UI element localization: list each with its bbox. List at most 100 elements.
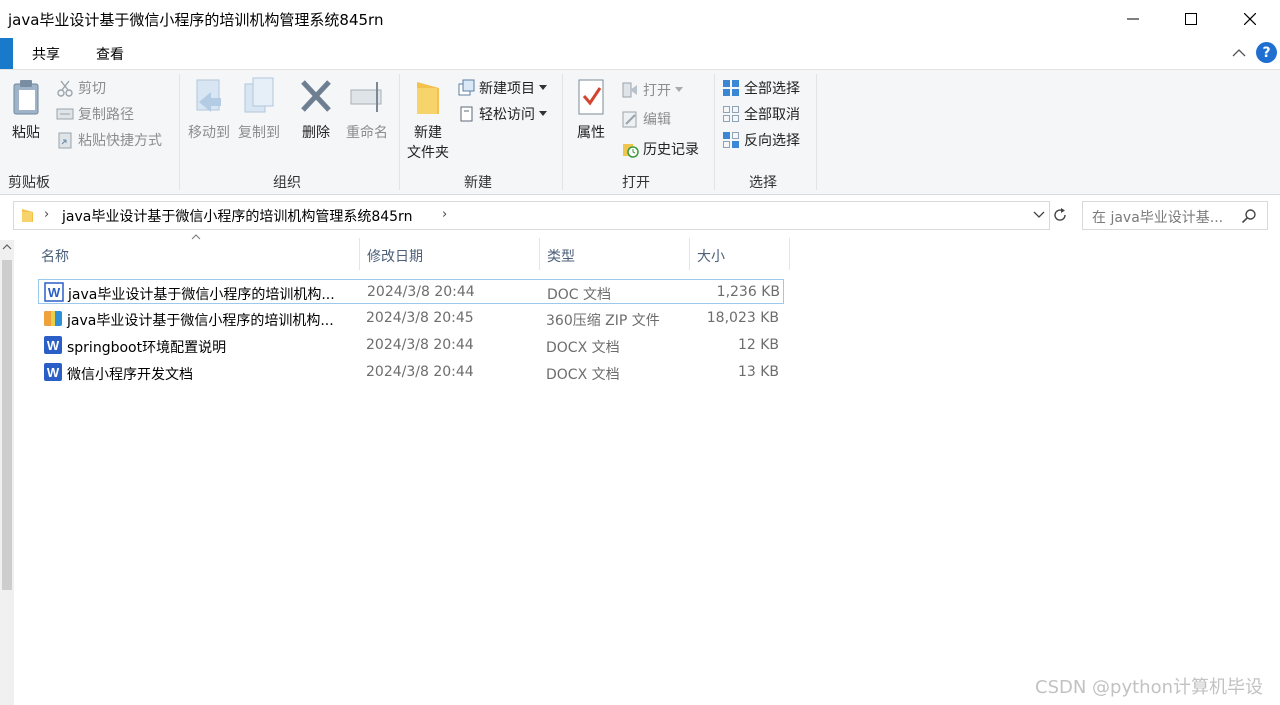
collapse-ribbon-button[interactable] bbox=[1232, 46, 1246, 62]
paste-shortcut-icon bbox=[58, 132, 72, 149]
watermark-text: CSDN @python计算机毕设 bbox=[1035, 677, 1264, 698]
dropdown-arrow-icon bbox=[675, 87, 683, 92]
file-row[interactable]: W java毕业设计基于微信小程序的培训机构... 2024/3/8 20:44… bbox=[38, 279, 784, 304]
rename-button[interactable]: 重命名 bbox=[342, 76, 392, 142]
history-button[interactable]: 历史记录 bbox=[621, 139, 699, 159]
delete-button[interactable]: 删除 bbox=[295, 76, 337, 142]
column-header-type[interactable]: 类型 bbox=[547, 246, 575, 274]
file-name: 微信小程序开发文档 bbox=[67, 367, 193, 383]
breadcrumb-chevron-icon[interactable]: › bbox=[44, 207, 49, 222]
invert-selection-label: 反向选择 bbox=[744, 133, 800, 149]
open-group-label: 打开 bbox=[622, 175, 650, 191]
file-row[interactable]: W 微信小程序开发文档 2024/3/8 20:44 DOCX 文档 13 KB bbox=[38, 360, 784, 385]
easy-access-button[interactable]: 轻松访问 bbox=[457, 104, 547, 124]
scissors-icon bbox=[57, 80, 73, 97]
ribbon-tabs: 共享 查看 bbox=[0, 38, 1280, 69]
column-divider[interactable] bbox=[539, 238, 540, 270]
paste-icon bbox=[13, 80, 39, 115]
search-box[interactable]: 在 java毕业设计基... bbox=[1082, 201, 1268, 230]
maximize-icon bbox=[1185, 13, 1197, 25]
column-divider[interactable] bbox=[359, 238, 360, 270]
copy-path-button[interactable]: 复制路径 bbox=[56, 104, 134, 124]
move-to-button[interactable]: 移动到 bbox=[185, 76, 233, 142]
group-divider bbox=[816, 74, 817, 190]
invert-selection-button[interactable]: 反向选择 bbox=[722, 130, 800, 150]
delete-label: 删除 bbox=[302, 125, 330, 141]
minimize-button[interactable] bbox=[1104, 0, 1162, 38]
file-size: 13 KB bbox=[737, 364, 779, 380]
select-all-icon bbox=[723, 80, 739, 96]
dropdown-arrow-icon bbox=[539, 85, 547, 90]
tab-share[interactable]: 共享 bbox=[32, 44, 60, 64]
new-item-label: 新建项目 bbox=[479, 81, 535, 97]
maximize-button[interactable] bbox=[1162, 0, 1220, 38]
new-item-button[interactable]: 新建项目 bbox=[457, 78, 547, 98]
svg-text:W: W bbox=[48, 285, 61, 300]
search-input[interactable]: 在 java毕业设计基... bbox=[1092, 207, 1223, 227]
select-none-button[interactable]: 全部取消 bbox=[722, 104, 800, 124]
scroll-up-icon[interactable] bbox=[2, 242, 12, 252]
file-modified: 2024/3/8 20:44 bbox=[366, 364, 474, 380]
file-modified: 2024/3/8 20:44 bbox=[367, 284, 475, 300]
file-tab-edge[interactable] bbox=[0, 38, 13, 69]
file-type: DOCX 文档 bbox=[546, 340, 620, 356]
folder-icon bbox=[22, 209, 33, 222]
new-folder-label-2: 文件夹 bbox=[407, 145, 449, 161]
properties-button[interactable]: 属性 bbox=[571, 78, 611, 142]
refresh-button[interactable] bbox=[1049, 203, 1071, 227]
file-modified: 2024/3/8 20:45 bbox=[366, 310, 474, 326]
word-doc-icon: W bbox=[44, 282, 64, 302]
cut-button[interactable]: 剪切 bbox=[56, 78, 106, 98]
chevron-down-icon[interactable] bbox=[1032, 207, 1046, 221]
open-button[interactable]: 打开 bbox=[621, 80, 683, 100]
search-icon[interactable] bbox=[1241, 208, 1257, 224]
window-title: java毕业设计基于微信小程序的培训机构管理系统845rn bbox=[8, 11, 384, 29]
column-divider[interactable] bbox=[789, 238, 790, 270]
file-type: 360压缩 ZIP 文件 bbox=[546, 313, 660, 329]
title-bar: java毕业设计基于微信小程序的培训机构管理系统845rn bbox=[0, 0, 1280, 38]
select-all-button[interactable]: 全部选择 bbox=[722, 78, 800, 98]
move-to-label: 移动到 bbox=[188, 125, 230, 141]
close-button[interactable] bbox=[1221, 0, 1279, 38]
svg-text:W: W bbox=[47, 365, 60, 380]
copy-path-icon bbox=[56, 108, 74, 120]
column-header-size[interactable]: 大小 bbox=[697, 246, 725, 274]
file-name: java毕业设计基于微信小程序的培训机构... bbox=[68, 287, 335, 303]
group-divider bbox=[179, 74, 180, 190]
paste-button[interactable]: 粘贴 bbox=[6, 78, 46, 142]
rename-icon bbox=[350, 82, 382, 112]
file-name: springboot环境配置说明 bbox=[67, 340, 227, 356]
group-divider bbox=[562, 74, 563, 190]
file-modified: 2024/3/8 20:44 bbox=[366, 337, 474, 353]
dropdown-arrow-icon bbox=[539, 111, 547, 116]
scrollbar-thumb[interactable] bbox=[2, 260, 12, 590]
open-icon bbox=[622, 82, 637, 98]
column-divider[interactable] bbox=[689, 238, 690, 270]
file-row[interactable]: W springboot环境配置说明 2024/3/8 20:44 DOCX 文… bbox=[38, 333, 784, 358]
edit-pencil-icon bbox=[622, 111, 637, 128]
chevron-up-icon bbox=[1232, 49, 1246, 57]
new-folder-button[interactable]: 新建 文件夹 bbox=[404, 78, 452, 162]
address-bar[interactable]: › java毕业设计基于微信小程序的培训机构管理系统845rn › bbox=[13, 201, 1050, 230]
new-folder-label-1: 新建 bbox=[414, 125, 442, 141]
breadcrumb-chevron-icon[interactable]: › bbox=[442, 207, 447, 222]
group-divider bbox=[714, 74, 715, 190]
column-header-modified[interactable]: 修改日期 bbox=[367, 246, 423, 274]
select-none-icon bbox=[723, 106, 739, 122]
easy-access-label: 轻松访问 bbox=[479, 107, 535, 123]
clipboard-group-label: 剪贴板 bbox=[8, 175, 50, 191]
select-all-label: 全部选择 bbox=[744, 81, 800, 97]
navigation-pane-scrollbar[interactable] bbox=[0, 240, 14, 705]
file-type: DOCX 文档 bbox=[546, 367, 620, 383]
paste-label: 粘贴 bbox=[12, 125, 40, 141]
tab-view[interactable]: 查看 bbox=[96, 44, 124, 64]
ribbon: 粘贴 剪切 复制路径 粘贴快捷方式 剪贴板 移动到 复制到 删除 重命名 组织 … bbox=[0, 69, 1280, 195]
file-row[interactable]: java毕业设计基于微信小程序的培训机构... 2024/3/8 20:45 3… bbox=[38, 306, 784, 331]
copy-to-button[interactable]: 复制到 bbox=[235, 76, 283, 142]
breadcrumb-path[interactable]: java毕业设计基于微信小程序的培训机构管理系统845rn bbox=[62, 206, 412, 226]
new-group-label: 新建 bbox=[464, 175, 492, 191]
paste-shortcut-button[interactable]: 粘贴快捷方式 bbox=[56, 130, 162, 150]
column-header-name[interactable]: 名称 bbox=[41, 246, 69, 274]
help-icon[interactable]: ? bbox=[1256, 42, 1277, 63]
edit-button[interactable]: 编辑 bbox=[621, 109, 671, 129]
